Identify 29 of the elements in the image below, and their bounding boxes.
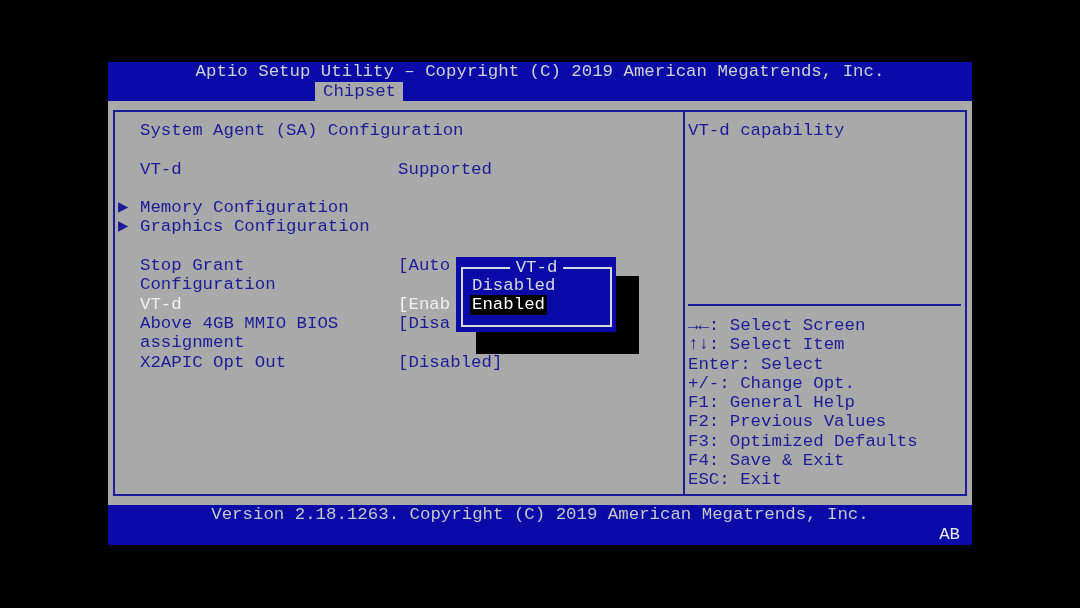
setting-label[interactable]: Stop Grant Configuration — [140, 256, 380, 295]
key-hint: Enter: Select — [688, 354, 824, 374]
help-description: VT-d capability — [688, 121, 845, 140]
key-hint: F4: Save & Exit — [688, 451, 845, 471]
version-text: Version 2.18.1263. Copyright (C) 2019 American Megatrends, Inc. — [211, 505, 869, 525]
key-hint: F2: Previous Values — [688, 412, 887, 432]
info-value: Supported — [398, 159, 492, 179]
keyboard-mode-label: AB — [939, 525, 960, 545]
key-hint: ESC: Exit — [688, 470, 782, 490]
submenu-marker: ▶ — [118, 198, 130, 218]
popup-option[interactable]: Enabled — [470, 295, 548, 315]
key-hint: +/-: Change Opt. — [688, 373, 855, 394]
setting-label[interactable]: Above 4GB MMIO BIOS assignment — [140, 313, 380, 353]
key-hint: ↑↓: Select Item — [688, 335, 845, 355]
setting-value[interactable]: [Disa — [398, 313, 451, 334]
key-hint: →←: Select Screen — [688, 316, 866, 336]
setting-label[interactable]: X2APIC Opt Out — [140, 352, 380, 372]
popup-option[interactable]: Disabled — [470, 276, 558, 296]
window-title: Aptio Setup Utility – Copyright (C) 2019 American Megatrends, Inc. — [195, 62, 885, 82]
section-heading: System Agent (SA) Configuration — [140, 121, 464, 141]
submenu-marker: ▶ — [118, 217, 130, 237]
submenu-item[interactable]: Memory Configuration — [140, 198, 349, 218]
menu-tab[interactable]: Chipset — [315, 82, 404, 101]
setting-value[interactable]: [Disabled] — [398, 352, 503, 372]
info-label: VT-d — [140, 159, 183, 179]
key-hint: F1: General Help — [688, 393, 855, 413]
key-hint: F3: Optimized Defaults — [688, 431, 918, 452]
submenu-item[interactable]: Graphics Configuration — [140, 217, 370, 237]
setting-value[interactable]: [Auto — [398, 256, 451, 276]
